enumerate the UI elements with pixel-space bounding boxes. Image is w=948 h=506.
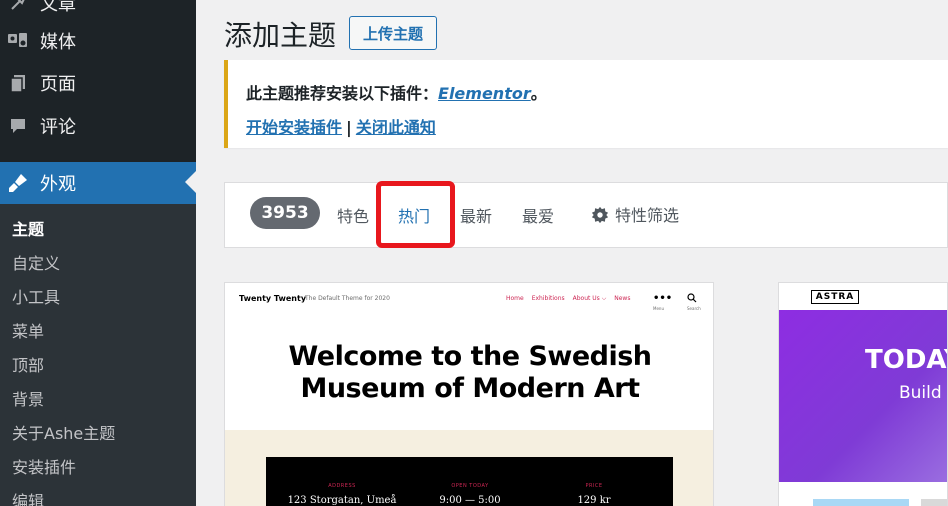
theme-preview-nav: Home Exhibitions About Us ⌵ News [506,295,638,303]
notice-suffix: 。 [530,84,547,103]
preview-search-label: Search [687,306,701,311]
submenu-item-menus[interactable]: 菜单 [12,320,44,344]
preview-info-value: 129 kr [577,495,611,506]
submenu-item-about-ashe[interactable]: 关于Ashe主题 [12,422,115,446]
gear-icon [591,206,609,228]
astra-thumbnail [921,499,947,506]
preview-heading-line: Welcome to the Swedish [288,341,652,372]
astra-logo: ASTRA [811,290,859,304]
submenu-item-customize[interactable]: 自定义 [12,252,60,276]
feature-filter-label: 特性筛选 [615,206,680,225]
active-menu-arrow [185,171,196,193]
preview-info-value: 123 Storgatan, Umeå [287,495,397,506]
plugin-notice: 此主题推荐安装以下插件：Elementor。 开始安装插件 | 关闭此通知 [224,60,948,148]
preview-menu-label: Menu [653,306,664,311]
preview-info-value: 9:00 — 5:00 [439,495,501,506]
begin-install-link[interactable]: 开始安装插件 [246,118,342,137]
dismiss-notice-link[interactable]: 关闭此通知 [356,118,436,137]
appearance-submenu: 主题 自定义 小工具 菜单 顶部 背景 关于Ashe主题 安装插件 编辑 [0,204,196,506]
sidebar-item-media[interactable]: 媒体 [0,20,196,62]
admin-sidebar: 文章 媒体 页面 评论 外观 主题 自定义 小工具 菜单 顶部 背景 关于Ash… [0,0,196,506]
preview-info-label: OPEN TODAY [451,483,489,489]
page-icon [6,71,30,95]
notice-text: 此主题推荐安装以下插件： [246,84,439,103]
preview-info-price: PRICE 129 kr [534,483,654,506]
sidebar-item-label: 文章 [40,0,76,15]
submenu-item-background[interactable]: 背景 [12,388,44,412]
submenu-item-install-plugins[interactable]: 安装插件 [12,456,76,480]
sidebar-item-label: 外观 [40,174,76,195]
submenu-item-editor[interactable]: 编辑 [12,490,44,506]
highlight-annotation [376,181,455,248]
notice-actions: 开始安装插件 | 关闭此通知 [246,114,436,138]
preview-nav-item: Exhibitions [531,295,565,302]
more-dots-icon: ••• [653,293,673,304]
notice-separator: | [346,118,352,137]
notice-message: 此主题推荐安装以下插件：Elementor。 [246,80,547,104]
tab-latest[interactable]: 最新 [460,203,492,227]
tab-favorites[interactable]: 最爱 [522,203,554,227]
astra-hero-title: TODAY [865,345,947,375]
upload-theme-button[interactable]: 上传主题 [349,16,437,50]
theme-preview-header: Twenty Twenty The Default Theme for 2020… [225,283,713,319]
tab-featured[interactable]: 特色 [337,203,369,227]
feature-filter-button[interactable]: 特性筛选 [591,202,679,228]
preview-info-address: ADDRESS 123 Storgatan, Umeå [282,483,402,506]
sidebar-item-pages[interactable]: 页面 [0,62,196,104]
submenu-item-widgets[interactable]: 小工具 [12,286,60,310]
preview-heading-line: Museum of Modern Art [300,373,640,404]
theme-card-twenty-twenty[interactable]: Twenty Twenty The Default Theme for 2020… [224,282,714,506]
pin-icon [6,0,30,15]
astra-thumbnail [813,499,909,506]
preview-nav-item: News [614,295,631,302]
sidebar-item-label: 评论 [40,117,76,138]
sidebar-item-appearance[interactable]: 外观 [0,162,196,204]
preview-nav-item: Home [506,295,524,302]
appearance-icon [6,171,30,195]
theme-preview-heading: Welcome to the Swedish Museum of Modern … [225,341,713,405]
preview-nav-item: About Us ⌵ [572,295,607,302]
sidebar-item-label: 媒体 [40,32,76,53]
page-title: 添加主题 [224,19,337,52]
theme-filter-bar: 3953 特色 热门 最新 最爱 特性筛选 [224,182,948,248]
sidebar-item-label: 页面 [40,74,76,95]
elementor-link[interactable]: Elementor [438,84,531,103]
search-icon [687,293,697,306]
theme-preview-info-box: ADDRESS 123 Storgatan, Umeå OPEN TODAY 9… [266,457,673,506]
theme-card-astra[interactable]: ASTRA TODAY Build Y [778,282,948,506]
preview-info-label: PRICE [585,483,603,489]
preview-info-label: ADDRESS [328,483,356,489]
submenu-item-themes[interactable]: 主题 [12,218,44,242]
sidebar-item-comments[interactable]: 评论 [0,105,196,147]
theme-preview-logo: Twenty Twenty [239,294,307,303]
media-icon [6,29,30,53]
comment-icon [6,114,30,138]
submenu-item-header[interactable]: 顶部 [12,354,44,378]
theme-preview-tagline: The Default Theme for 2020 [305,295,390,302]
preview-info-hours: OPEN TODAY 9:00 — 5:00 [410,483,530,506]
astra-hero-subtitle: Build Y [899,383,947,403]
theme-count-badge: 3953 [250,197,320,229]
